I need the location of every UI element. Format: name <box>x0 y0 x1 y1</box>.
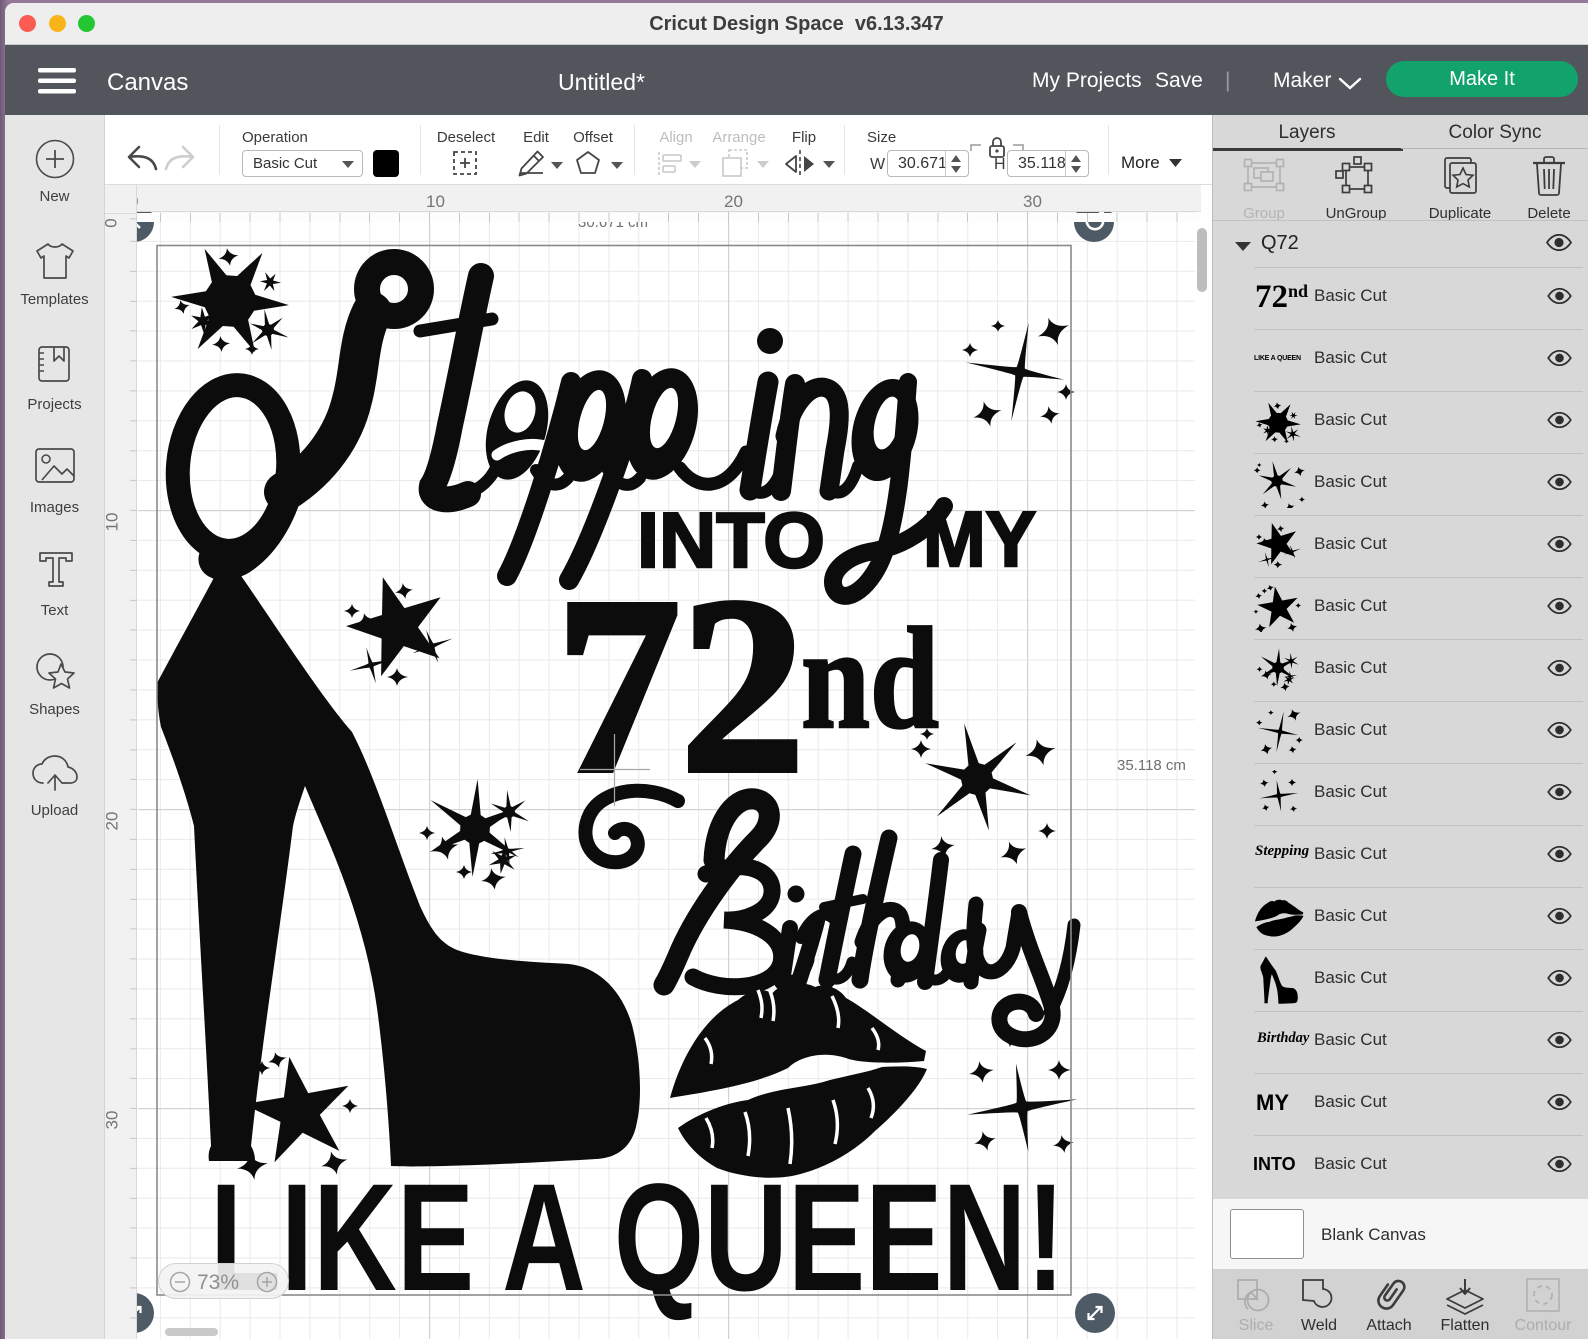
svg-text:MY: MY <box>923 495 1036 583</box>
svg-text:72: 72 <box>556 545 805 825</box>
svg-text:nd: nd <box>801 599 939 759</box>
svg-text:35.118 cm: 35.118 cm <box>1117 757 1186 774</box>
svg-text:LIKE A QUEEN!: LIKE A QUEEN! <box>210 1152 1065 1323</box>
